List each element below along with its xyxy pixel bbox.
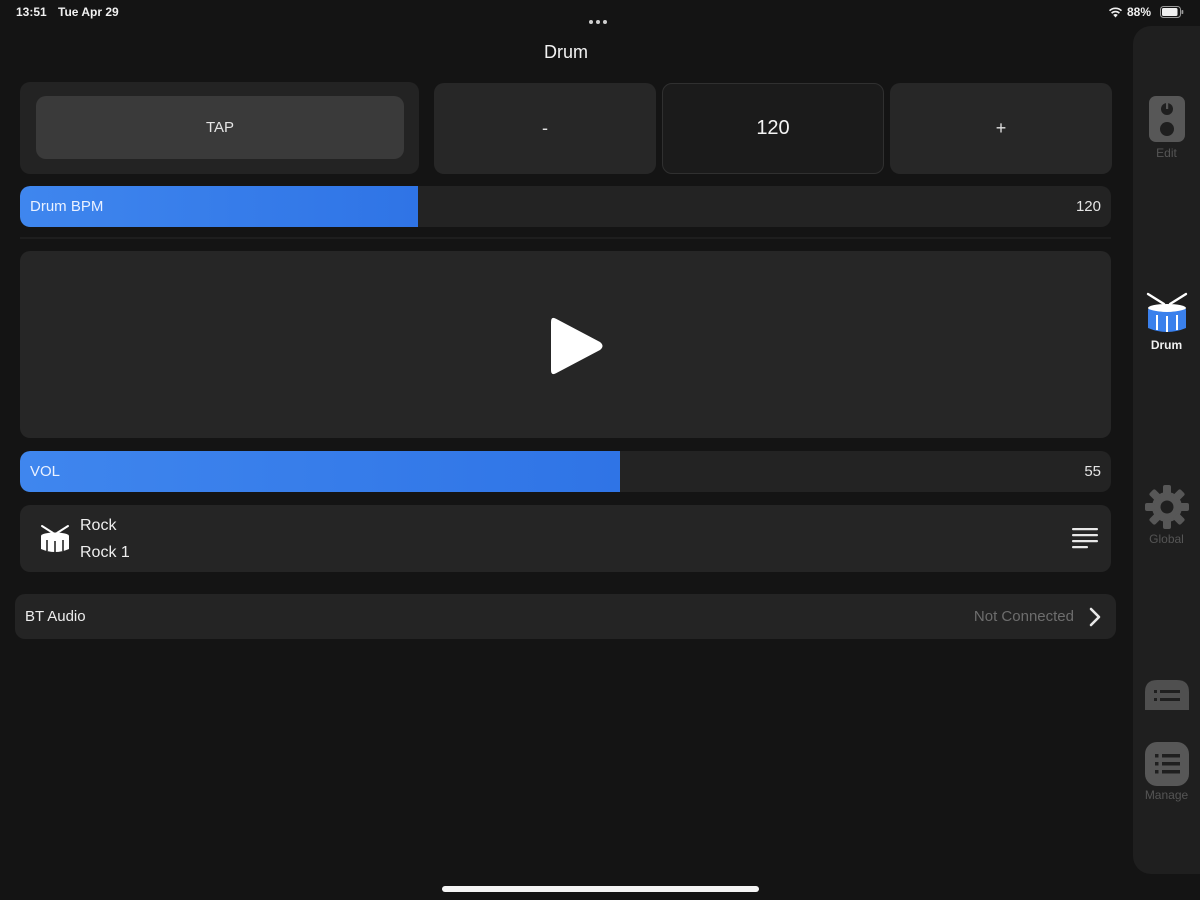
battery-percentage: 88% xyxy=(1127,5,1152,19)
bpm-value-field[interactable]: 120 xyxy=(662,83,884,174)
status-date: Tue Apr 29 xyxy=(58,5,119,19)
drum-bpm-label: Drum BPM xyxy=(30,198,104,215)
list-icon xyxy=(1144,680,1189,710)
volume-slider[interactable]: VOL 55 xyxy=(20,451,1111,492)
wifi-icon xyxy=(1108,7,1123,18)
manage-icon xyxy=(1144,742,1189,786)
gear-icon xyxy=(1144,485,1189,529)
drum-icon xyxy=(41,525,69,553)
tab-edit-label: Edit xyxy=(1156,146,1177,160)
bt-audio-label: BT Audio xyxy=(25,608,86,625)
drum-pattern-selector[interactable]: Rock Rock 1 xyxy=(20,505,1111,572)
volume-slider-fill xyxy=(20,451,621,492)
multitasking-dots-icon[interactable] xyxy=(589,11,613,24)
tab-list[interactable] xyxy=(1133,680,1200,710)
bpm-decrease-button[interactable]: - xyxy=(434,83,656,174)
tab-manage[interactable]: Manage xyxy=(1133,742,1200,802)
drum-bpm-value: 120 xyxy=(1075,198,1101,215)
battery-icon xyxy=(1160,6,1184,18)
play-icon xyxy=(551,317,603,375)
page-title: Drum xyxy=(544,42,588,62)
bpm-increase-button[interactable]: + xyxy=(890,83,1112,174)
home-indicator[interactable] xyxy=(442,886,759,892)
pattern-name: Rock 1 xyxy=(80,544,130,561)
tab-manage-label: Manage xyxy=(1144,788,1189,802)
tab-edit[interactable]: Edit xyxy=(1133,96,1200,160)
app-screen: 13:51 Tue Apr 29 88% Drum TAP - 120 + Dr… xyxy=(0,0,1200,900)
tab-global-label: Global xyxy=(1149,532,1184,546)
play-button[interactable] xyxy=(20,251,1111,438)
status-bar: 13:51 Tue Apr 29 88% xyxy=(0,0,1200,26)
divider xyxy=(20,237,1111,239)
drum-bpm-slider[interactable]: Drum BPM 120 xyxy=(20,186,1111,227)
tap-tempo-button[interactable]: TAP xyxy=(36,96,404,159)
volume-label: VOL xyxy=(30,463,61,480)
status-time: 13:51 xyxy=(16,5,47,19)
drum-icon xyxy=(1146,292,1187,332)
bt-audio-row[interactable]: BT Audio Not Connected xyxy=(15,594,1116,639)
amp-icon xyxy=(1148,96,1185,142)
chevron-right-icon xyxy=(1089,607,1101,627)
tap-panel: TAP xyxy=(20,82,419,174)
volume-value: 55 xyxy=(1084,463,1101,480)
tab-drum-label: Drum xyxy=(1150,338,1183,352)
pattern-genre: Rock xyxy=(80,517,117,534)
pattern-list-icon[interactable] xyxy=(1072,527,1098,549)
tab-drum[interactable]: Drum xyxy=(1133,292,1200,352)
bt-audio-status: Not Connected xyxy=(973,608,1074,625)
tab-global[interactable]: Global xyxy=(1133,484,1200,546)
side-tab-bar: Edit Drum Global Manage xyxy=(1133,26,1200,874)
